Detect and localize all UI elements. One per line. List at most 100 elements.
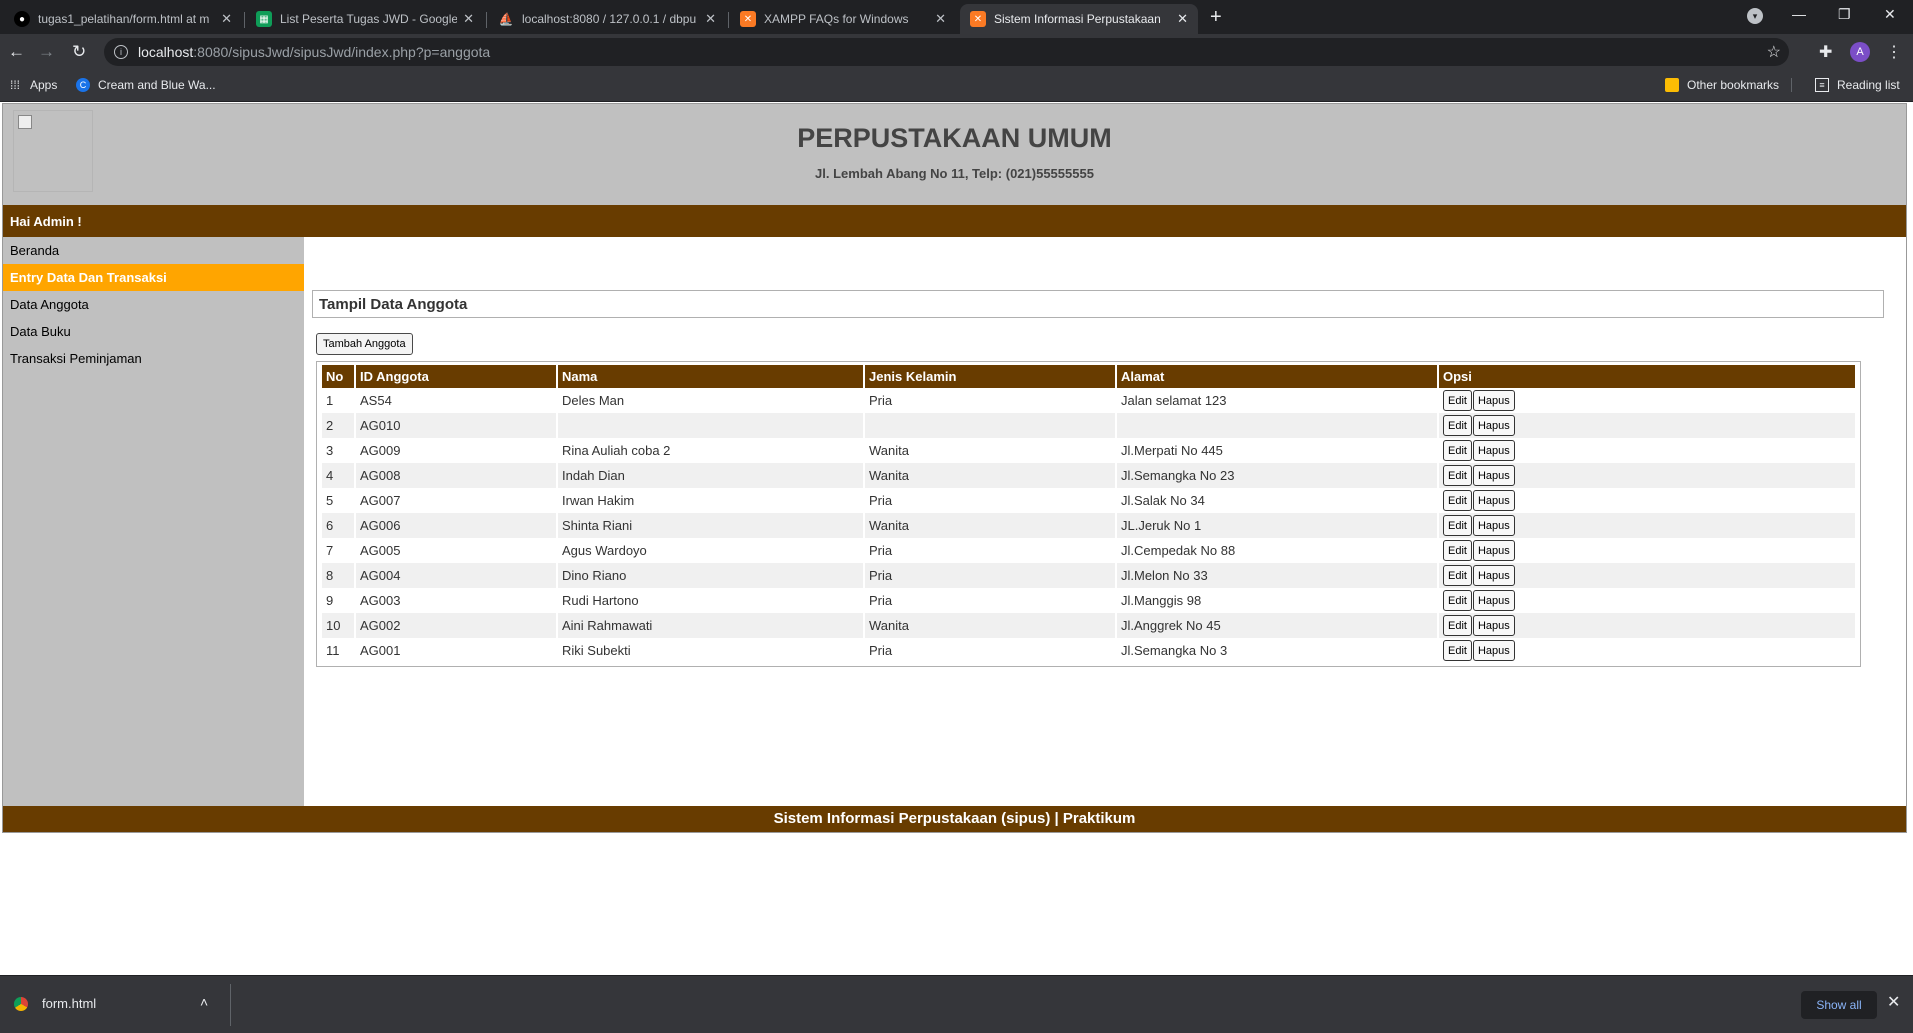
close-tab-icon[interactable]: ✕ [935,11,946,27]
table-row: 7 AG005 Agus Wardoyo Pria Jl.Cempedak No 88 E… [322,538,1855,563]
table-cell-nama: Riki Subekti [562,643,631,658]
table-cell-jk: Pria [869,593,893,608]
edit-button[interactable]: Edit [1443,640,1472,661]
menu-icon[interactable]: ⋮ [1886,42,1902,62]
sidebar-item-entry-data[interactable]: Entry Data Dan Transaksi [3,264,304,291]
edit-button[interactable]: Edit [1443,490,1472,511]
back-icon[interactable]: ← [8,42,25,62]
extensions-icon[interactable]: ✚ [1819,42,1832,62]
web-page: PERPUSTAKAAN UMUM Jl. Lembah Abang No 11… [2,103,1907,833]
delete-button[interactable]: Hapus [1472,440,1515,461]
browser-tab[interactable]: ● tugas1_pelatihan/form.html at m ✕ [4,4,242,34]
browser-tab[interactable]: ▦ List Peserta Tugas JWD - Google ✕ [246,4,484,34]
chevron-up-icon[interactable]: ˄ [200,994,208,1010]
chrome-file-icon [14,996,28,1011]
reload-icon[interactable]: ↻ [72,42,86,62]
bookmark-item[interactable]: C Cream and Blue Wa... [76,78,216,92]
table-cell-nama: Agus Wardoyo [562,543,647,558]
site-title: PERPUSTAKAAN UMUM [797,123,1112,153]
table-cell-id: AG010 [356,413,556,438]
table-cell-id: AG007 [360,493,401,508]
table-cell-nama: Dino Riano [558,563,863,588]
column-header: Jenis Kelamin [865,365,1115,388]
table-row: 2 AG010 Edit Hapus [322,413,1855,438]
delete-button[interactable]: Hapus [1472,640,1515,661]
edit-button[interactable]: Edit [1443,565,1472,586]
table-row: 5 AG007 Irwan Hakim Pria Jl.Salak No 34 Edit H… [322,488,1855,513]
greeting-bar: Hai Admin ! [3,205,1906,237]
table-cell-id: AG003 [360,593,401,608]
edit-button[interactable]: Edit [1443,415,1472,436]
table-cell-options: Edit Hapus [1439,388,1855,413]
delete-button[interactable]: Hapus [1472,490,1515,511]
close-tab-icon[interactable]: ✕ [463,11,474,27]
delete-button[interactable]: Hapus [1472,540,1515,561]
column-header: Nama [558,365,863,388]
download-item[interactable]: form.html [14,996,96,1011]
delete-button[interactable]: Hapus [1472,390,1515,411]
table-cell-id: AG004 [356,563,556,588]
phpmyadmin-icon: ⛵ [498,12,514,26]
xampp-icon: ✕ [740,11,756,27]
restore-icon[interactable]: ❐ [1838,6,1851,23]
edit-button[interactable]: Edit [1443,590,1472,611]
forward-icon[interactable]: → [38,42,55,62]
edit-button[interactable]: Edit [1443,515,1472,536]
avatar[interactable]: A [1850,42,1870,62]
bookmark-apps[interactable]: ⁞⁞⁞ Apps [8,78,57,92]
delete-button[interactable]: Hapus [1472,565,1515,586]
edit-button[interactable]: Edit [1443,440,1472,461]
table-cell-jk: Pria [869,643,893,658]
close-window-icon[interactable]: ✕ [1884,6,1896,23]
reading-list[interactable]: ≡ Reading list [1815,78,1900,92]
table-cell-alamat: Jl.Melon No 33 [1117,563,1437,588]
table-cell-jk: Wanita [869,443,909,458]
table-row: 8 AG004 Dino Riano Pria Jl.Melon No 33 Edit Ha… [322,563,1855,588]
show-all-button[interactable]: Show all [1801,991,1877,1019]
edit-button[interactable]: Edit [1443,540,1472,561]
table-cell-id: AG005 [360,543,401,558]
edit-button[interactable]: Edit [1443,465,1472,486]
folder-icon [1665,78,1679,92]
table-cell-nama: Irwan Hakim [562,493,635,508]
site-info-icon[interactable]: i [114,45,128,59]
other-bookmarks[interactable]: Other bookmarks [1665,78,1793,92]
browser-tab[interactable]: ⛵ localhost:8080 / 127.0.0.1 / dbpu ✕ [488,4,726,34]
table-cell-options: Edit Hapus [1439,538,1855,563]
close-icon[interactable]: ✕ [1887,992,1900,1012]
browser-tab[interactable]: ✕ XAMPP FAQs for Windows ✕ [730,4,956,34]
sidebar-item-transaksi[interactable]: Transaksi Peminjaman [3,345,304,372]
new-tab-button[interactable]: + [1210,6,1222,29]
download-bar: form.html ˄ Show all ✕ [0,975,1913,1033]
close-tab-icon[interactable]: ✕ [705,11,716,27]
address-bar[interactable]: i localhost:8080/sipusJwd/sipusJwd/index… [104,38,1789,66]
sidebar-item-data-anggota[interactable]: Data Anggota [3,291,304,318]
profile-menu-icon[interactable]: ▾ [1747,8,1763,24]
add-member-button[interactable]: Tambah Anggota [316,333,413,355]
github-icon: ● [14,11,30,27]
close-tab-icon[interactable]: ✕ [1177,11,1188,27]
minimize-icon[interactable]: — [1792,6,1806,22]
canva-icon: C [76,78,90,92]
browser-tab-active[interactable]: ✕ Sistem Informasi Perpustakaan ✕ [960,4,1198,34]
site-header: PERPUSTAKAAN UMUM Jl. Lembah Abang No 11… [3,104,1906,205]
delete-button[interactable]: Hapus [1472,515,1515,536]
bookmark-star-icon[interactable]: ☆ [1767,42,1781,62]
edit-button[interactable]: Edit [1443,615,1472,636]
delete-button[interactable]: Hapus [1472,615,1515,636]
sidebar-item-beranda[interactable]: Beranda [3,237,304,264]
xampp-icon: ✕ [970,11,986,27]
table-cell-no: 10 [322,613,354,638]
delete-button[interactable]: Hapus [1472,415,1515,436]
table-cell-nama: Indah Dian [558,463,863,488]
edit-button[interactable]: Edit [1443,390,1472,411]
delete-button[interactable]: Hapus [1472,590,1515,611]
delete-button[interactable]: Hapus [1472,465,1515,486]
sidebar-item-data-buku[interactable]: Data Buku [3,318,304,345]
table-cell-id: AG002 [356,613,556,638]
table-cell-options: Edit Hapus [1439,463,1855,488]
table-cell-no: 6 [322,513,354,538]
table-body: 1 AS54 Deles Man Pria Jalan selamat 123 Edit H… [322,388,1855,663]
close-tab-icon[interactable]: ✕ [221,11,232,27]
table-cell-alamat: Jl.Semangka No 3 [1121,643,1228,658]
